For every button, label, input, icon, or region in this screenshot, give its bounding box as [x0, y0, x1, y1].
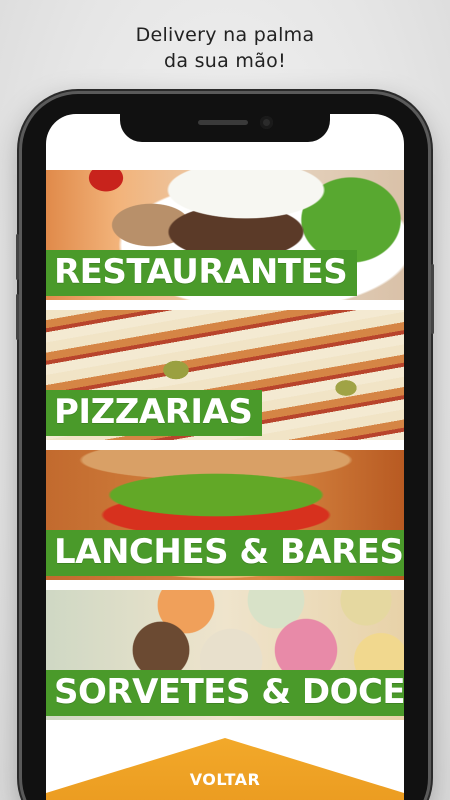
category-label-pizzarias: PIZZARIAS	[46, 390, 263, 436]
phone-side-button	[16, 234, 19, 280]
phone-screen: RESTAURANTES PIZZARIAS LANCHES & BARES S…	[46, 114, 404, 800]
category-label-lanches-bares: LANCHES & BARES	[46, 530, 404, 576]
tagline: Delivery na palma da sua mão!	[0, 22, 450, 74]
back-footer: VOLTAR	[46, 718, 404, 800]
category-label-restaurantes: RESTAURANTES	[46, 250, 358, 296]
category-restaurantes[interactable]: RESTAURANTES	[46, 170, 404, 300]
category-label-sorvetes-doces: SORVETES & DOCES	[46, 670, 404, 716]
tagline-line-2: da sua mão!	[163, 50, 287, 72]
front-camera	[260, 116, 273, 129]
speaker-grille	[198, 120, 248, 125]
tagline-line-1: Delivery na palma	[135, 24, 315, 46]
phone-power-button	[431, 264, 434, 334]
phone-frame: RESTAURANTES PIZZARIAS LANCHES & BARES S…	[16, 94, 434, 800]
back-footer-shape	[46, 738, 404, 800]
back-button[interactable]: VOLTAR	[46, 770, 404, 789]
category-pizzarias[interactable]: PIZZARIAS	[46, 310, 404, 440]
category-sorvetes-doces[interactable]: SORVETES & DOCES	[46, 590, 404, 720]
category-lanches-bares[interactable]: LANCHES & BARES	[46, 450, 404, 580]
phone-side-button	[16, 294, 19, 340]
phone-notch	[120, 114, 330, 142]
